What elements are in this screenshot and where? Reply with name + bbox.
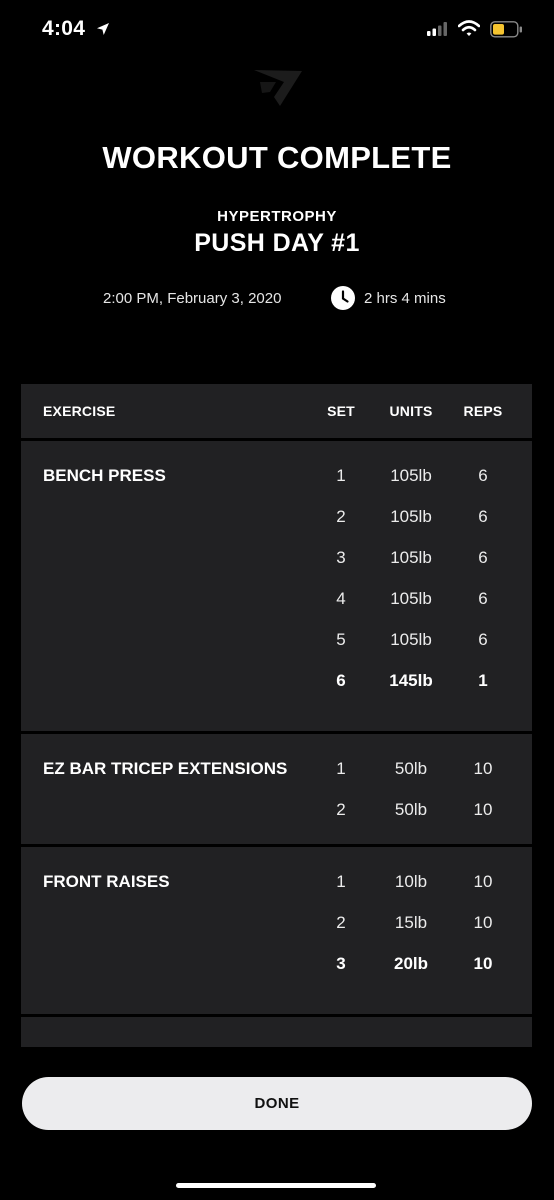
set-row: 2 15lb 10 [21, 913, 532, 937]
set-row: 5 105lb 6 [21, 630, 532, 654]
workout-duration: 2 hrs 4 mins [364, 290, 446, 307]
wifi-icon [457, 20, 481, 42]
set-number: 6 [336, 671, 346, 690]
set-reps: 10 [473, 913, 493, 932]
set-weight: 105lb [390, 630, 432, 649]
set-weight: 20lb [393, 954, 429, 973]
set-row: 3 20lb 10 [21, 954, 532, 978]
exercise-block: BENCH PRESS 1 105lb 6 2 105lb 6 3 105lb 6 4 105lb 6 5… [21, 441, 532, 731]
set-row: 1 50lb 10 [21, 759, 532, 783]
set-number: 1 [336, 872, 346, 891]
set-number: 4 [336, 589, 346, 608]
set-number: 3 [336, 954, 346, 973]
exercise-block [21, 1017, 532, 1047]
workout-category: HYPERTROPHY [217, 208, 337, 225]
set-number: 1 [336, 466, 346, 485]
set-weight: 145lb [389, 671, 433, 690]
column-header-set: SET [327, 403, 355, 419]
set-reps: 10 [473, 954, 493, 973]
set-reps: 6 [478, 589, 488, 608]
set-reps: 6 [478, 548, 488, 567]
status-time: 4:04 [42, 17, 86, 40]
exercise-block: FRONT RAISES 1 10lb 10 2 15lb 10 3 20lb 10 [21, 847, 532, 1014]
table-header: EXERCISE SET UNITS REPS [21, 384, 532, 438]
done-button[interactable]: DONE [22, 1077, 532, 1130]
home-indicator [176, 1183, 376, 1188]
set-reps: 6 [478, 466, 488, 485]
column-header-units: UNITS [389, 403, 433, 419]
page-title: WORKOUT COMPLETE [102, 140, 452, 175]
workout-summary-table[interactable]: EXERCISE SET UNITS REPS BENCH PRESS 1 105l… [21, 384, 532, 1049]
location-arrow-icon [96, 22, 110, 41]
set-reps: 10 [473, 872, 493, 891]
set-reps: 6 [478, 507, 488, 526]
set-reps: 10 [473, 800, 493, 819]
cellular-signal-icon [427, 22, 449, 41]
column-header-reps: REPS [463, 403, 503, 419]
set-reps: 10 [473, 759, 493, 778]
set-number: 5 [336, 630, 346, 649]
set-row: 3 105lb 6 [21, 548, 532, 572]
set-weight: 105lb [390, 589, 432, 608]
set-weight: 105lb [390, 507, 432, 526]
workout-name: PUSH DAY #1 [194, 229, 360, 257]
set-row: 4 105lb 6 [21, 589, 532, 613]
set-number: 2 [336, 507, 346, 526]
battery-icon [490, 21, 524, 43]
set-row: 2 105lb 6 [21, 507, 532, 531]
workout-datetime: 2:00 PM, February 3, 2020 [103, 290, 282, 307]
set-row: 6 145lb 1 [21, 671, 532, 695]
set-row: 2 50lb 10 [21, 800, 532, 824]
set-weight: 10lb [394, 872, 428, 891]
set-reps: 6 [478, 630, 488, 649]
set-row: 1 10lb 10 [21, 872, 532, 896]
clock-icon [331, 286, 355, 315]
set-number: 2 [336, 913, 346, 932]
gymshark-logo-icon [246, 66, 304, 115]
set-row: 1 105lb 6 [21, 466, 532, 490]
set-weight: 105lb [390, 466, 432, 485]
set-number: 3 [336, 548, 346, 567]
set-weight: 15lb [394, 913, 428, 932]
set-weight: 105lb [390, 548, 432, 567]
set-weight: 50lb [394, 800, 428, 819]
exercise-block: EZ BAR TRICEP EXTENSIONS 1 50lb 10 2 50lb 10 [21, 734, 532, 844]
status-bar: 4:04 [0, 0, 554, 62]
set-number: 2 [336, 800, 346, 819]
set-weight: 50lb [394, 759, 428, 778]
set-number: 1 [336, 759, 346, 778]
column-header-exercise: EXERCISE [43, 403, 116, 419]
set-reps: 1 [478, 671, 488, 690]
